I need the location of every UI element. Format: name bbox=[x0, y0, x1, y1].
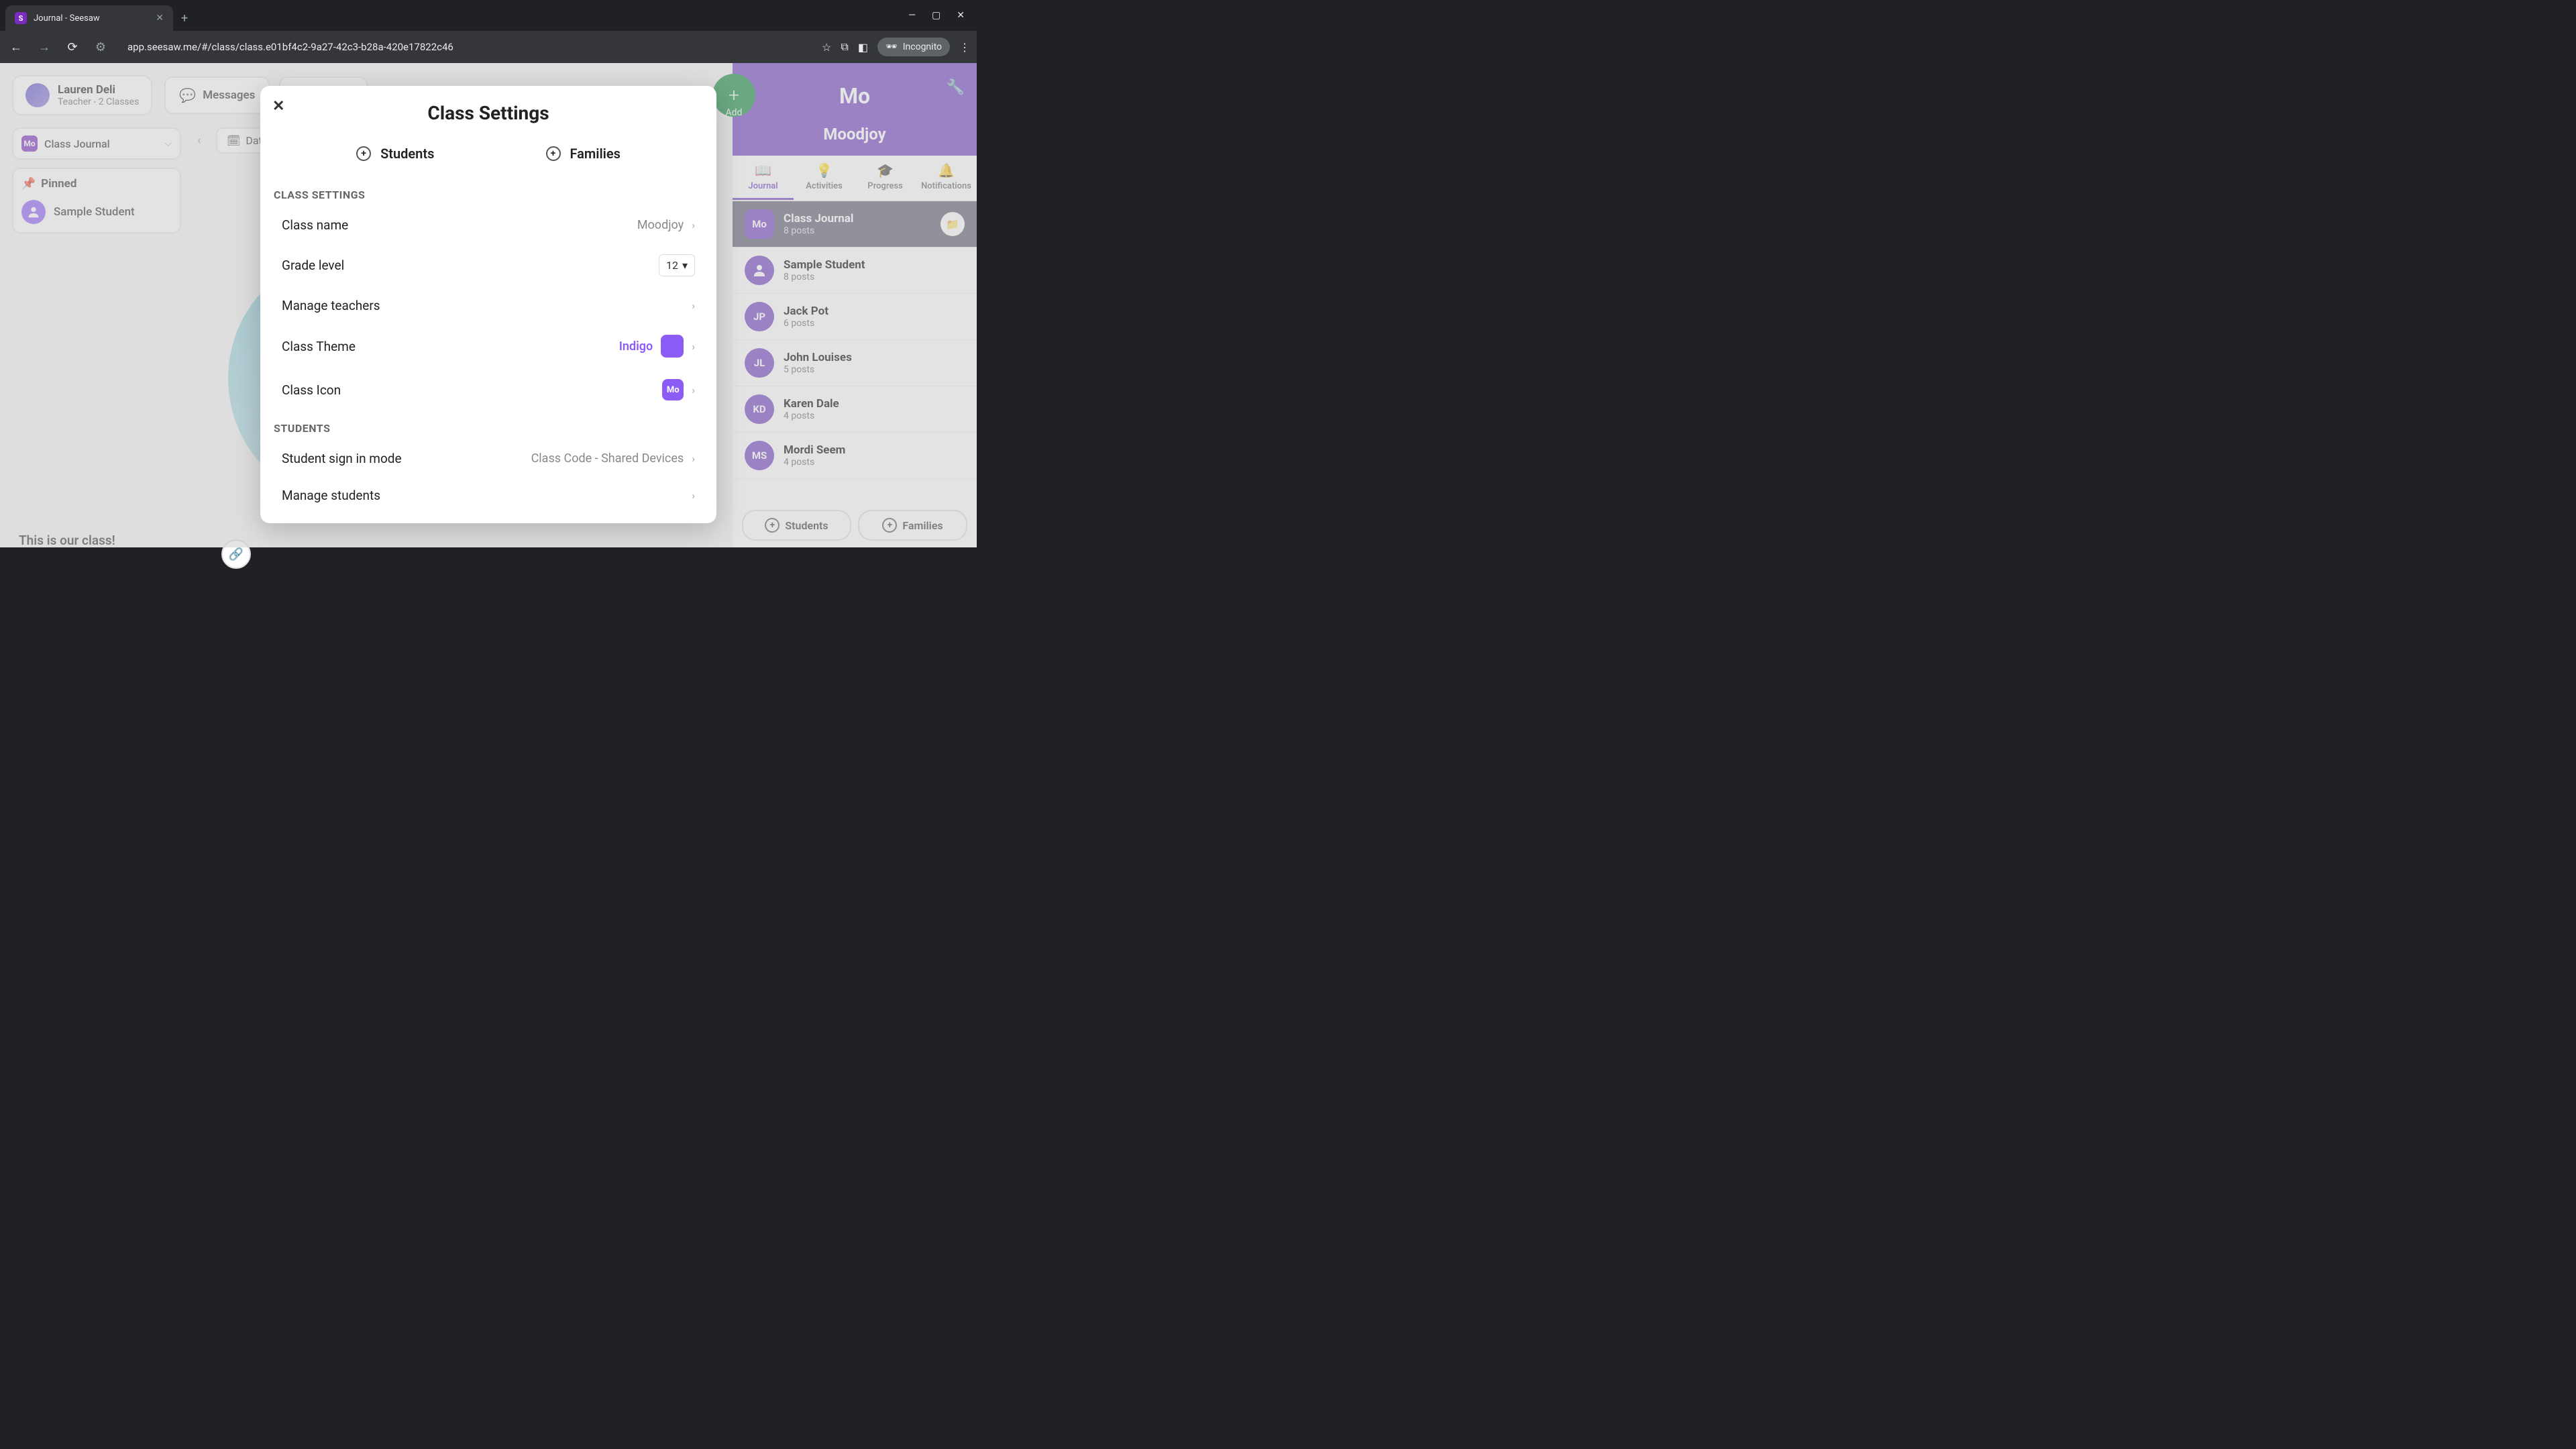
minimize-button[interactable]: — bbox=[908, 10, 916, 21]
modal-body[interactable]: + Students + Families CLASS SETTINGS Cla… bbox=[260, 138, 716, 523]
section-class-settings: CLASS SETTINGS bbox=[274, 189, 703, 201]
setting-label: Student sign in mode bbox=[282, 451, 531, 466]
incognito-label: Incognito bbox=[903, 42, 942, 52]
close-window-button[interactable]: ✕ bbox=[957, 10, 965, 21]
chevron-right-icon: › bbox=[692, 299, 695, 312]
grade-value: 12 bbox=[666, 259, 678, 272]
extensions-icon[interactable]: ⧉ bbox=[841, 40, 848, 54]
link-icon: 🔗 bbox=[229, 547, 244, 561]
modal-close-button[interactable]: ✕ bbox=[272, 98, 284, 115]
theme-swatch bbox=[661, 335, 684, 358]
new-tab-button[interactable]: + bbox=[181, 11, 188, 25]
chevron-right-icon: › bbox=[692, 219, 695, 231]
setting-class-icon[interactable]: Class Icon Mo › bbox=[274, 368, 703, 411]
setting-label: Class name bbox=[282, 217, 637, 233]
tab-title: Journal - Seesaw bbox=[34, 13, 149, 23]
setting-value: Class Code - Shared Devices bbox=[531, 451, 684, 466]
chevron-right-icon: › bbox=[692, 452, 695, 465]
setting-value: Moodjoy bbox=[637, 218, 684, 232]
setting-class-name[interactable]: Class name Moodjoy › bbox=[274, 207, 703, 244]
app-root: Lauren Deli Teacher - 2 Classes 💬 Messag… bbox=[0, 63, 977, 547]
icon-swatch: Mo bbox=[662, 379, 684, 400]
chevron-right-icon: › bbox=[692, 340, 695, 353]
add-students-button[interactable]: + Students bbox=[356, 146, 434, 162]
setting-manage-students[interactable]: Manage students › bbox=[274, 477, 703, 514]
address-bar[interactable]: app.seesaw.me/#/class/class.e01bf4c2-9a2… bbox=[119, 41, 812, 53]
setting-class-theme[interactable]: Class Theme Indigo › bbox=[274, 324, 703, 368]
class-settings-modal: ✕ Class Settings + Students + Families C… bbox=[260, 86, 716, 523]
add-families-label: Families bbox=[570, 146, 621, 162]
plus-circle-icon: + bbox=[546, 146, 561, 161]
add-families-button[interactable]: + Families bbox=[546, 146, 621, 162]
setting-label: Class Theme bbox=[282, 339, 619, 354]
plus-circle-icon: + bbox=[356, 146, 371, 161]
modal-title: Class Settings bbox=[260, 86, 716, 138]
incognito-badge[interactable]: 🕶 Incognito bbox=[877, 38, 950, 56]
caret-down-icon: ▾ bbox=[682, 259, 688, 272]
chevron-right-icon: › bbox=[692, 384, 695, 396]
maximize-button[interactable]: ▢ bbox=[932, 10, 941, 21]
setting-manage-teachers[interactable]: Manage teachers › bbox=[274, 287, 703, 324]
section-students: STUDENTS bbox=[274, 422, 703, 435]
browser-toolbar: ← → ⟳ ⚙ app.seesaw.me/#/class/class.e01b… bbox=[0, 31, 977, 63]
window-controls: — ▢ ✕ bbox=[908, 10, 977, 21]
sidepanel-icon[interactable]: ◧ bbox=[858, 41, 868, 54]
browser-menu-icon[interactable]: ⋮ bbox=[959, 41, 970, 54]
back-button[interactable]: ← bbox=[7, 40, 25, 54]
browser-titlebar: S Journal - Seesaw ✕ + — ▢ ✕ bbox=[0, 0, 977, 31]
tab-favicon: S bbox=[15, 12, 27, 24]
add-students-label: Students bbox=[380, 146, 434, 162]
theme-value: Indigo bbox=[619, 339, 653, 354]
modal-add-row: + Students + Families bbox=[274, 138, 703, 178]
tab-close-icon[interactable]: ✕ bbox=[156, 13, 164, 23]
site-info-icon[interactable]: ⚙ bbox=[91, 40, 110, 54]
setting-label: Grade level bbox=[282, 258, 659, 273]
grade-select[interactable]: 12 ▾ bbox=[659, 254, 695, 276]
setting-label: Manage teachers bbox=[282, 298, 692, 313]
star-icon[interactable]: ☆ bbox=[822, 41, 831, 54]
setting-signin-mode[interactable]: Student sign in mode Class Code - Shared… bbox=[274, 440, 703, 477]
setting-grade-level[interactable]: Grade level 12 ▾ bbox=[274, 244, 703, 287]
forward-button[interactable]: → bbox=[35, 40, 54, 54]
browser-tab[interactable]: S Journal - Seesaw ✕ bbox=[5, 5, 173, 31]
incognito-icon: 🕶 bbox=[885, 42, 898, 52]
chevron-right-icon: › bbox=[692, 489, 695, 502]
setting-label: Manage students bbox=[282, 488, 692, 503]
setting-label: Class Icon bbox=[282, 382, 662, 398]
reload-button[interactable]: ⟳ bbox=[63, 40, 82, 54]
